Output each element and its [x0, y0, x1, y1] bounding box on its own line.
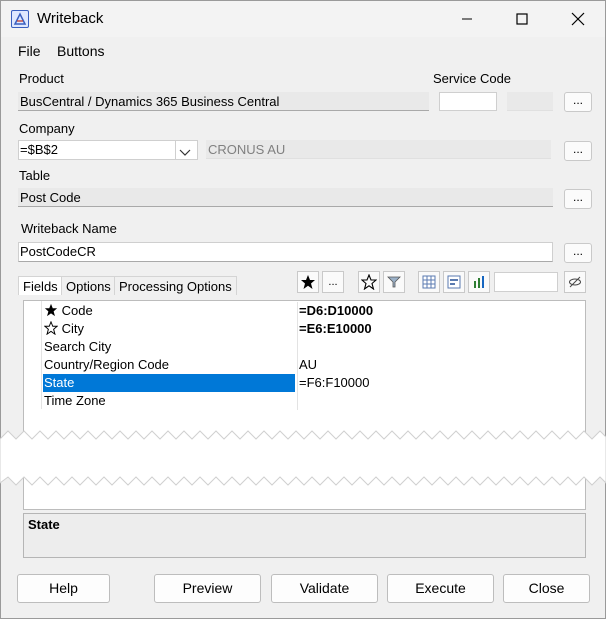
- table-row[interactable]: Code =D6:D10000: [24, 302, 585, 320]
- toolbar-ellipsis-button[interactable]: ...: [322, 271, 344, 293]
- table-row[interactable]: Search City: [24, 338, 585, 356]
- writeback-name-ellipsis-button[interactable]: ...: [564, 243, 592, 263]
- table-ellipsis-button[interactable]: ...: [564, 189, 592, 209]
- tab-fields[interactable]: Fields: [18, 276, 63, 295]
- eye-hide-icon[interactable]: [564, 271, 586, 293]
- table-row[interactable]: Country/Region Code AU: [24, 356, 585, 374]
- table-field[interactable]: Post Code: [18, 188, 553, 207]
- writeback-window: Writeback File Buttons Product BusCentra…: [0, 0, 606, 619]
- field-value[interactable]: =E6:E10000: [297, 320, 585, 338]
- field-value[interactable]: [297, 338, 585, 356]
- table-row[interactable]: Time Zone: [24, 392, 585, 410]
- maximize-icon[interactable]: [499, 7, 545, 31]
- minimize-icon[interactable]: [444, 7, 490, 31]
- company-value: =$B$2: [20, 142, 58, 157]
- field-value[interactable]: AU: [297, 356, 585, 374]
- search-input[interactable]: [494, 272, 558, 292]
- grid-icon[interactable]: [418, 271, 440, 293]
- field-name: Search City: [44, 339, 112, 354]
- product-ellipsis-button[interactable]: ...: [564, 92, 592, 112]
- field-name: Time Zone: [44, 393, 106, 408]
- app-icon: [11, 10, 29, 28]
- field-name: Country/Region Code: [44, 357, 170, 372]
- field-value[interactable]: =D6:D10000: [297, 302, 585, 320]
- field-name: City: [61, 321, 85, 336]
- field-name: Code: [61, 303, 93, 318]
- close-button[interactable]: Close: [503, 574, 590, 603]
- field-value[interactable]: [297, 392, 585, 410]
- tab-options[interactable]: Options: [61, 276, 116, 295]
- title-bar: Writeback: [1, 1, 605, 37]
- menu-buttons[interactable]: Buttons: [57, 43, 104, 59]
- company-combo[interactable]: =$B$2: [18, 140, 198, 160]
- torn-edge-overlay: [0, 430, 606, 486]
- product-label: Product: [19, 71, 64, 86]
- help-button[interactable]: Help: [17, 574, 110, 603]
- menu-file[interactable]: File: [18, 43, 41, 59]
- form-icon[interactable]: [443, 271, 465, 293]
- field-value[interactable]: =F6:F10000: [297, 374, 585, 392]
- service-code-label: Service Code: [433, 71, 512, 86]
- company-ellipsis-button[interactable]: ...: [564, 141, 592, 161]
- company-description: CRONUS AU: [206, 140, 551, 159]
- validate-button[interactable]: Validate: [271, 574, 378, 603]
- key-filled-icon: [44, 303, 58, 318]
- table-label: Table: [19, 168, 51, 183]
- field-name: State: [43, 374, 295, 392]
- tab-processing-options[interactable]: Processing Options: [114, 276, 237, 295]
- close-icon[interactable]: [555, 7, 601, 31]
- writeback-name-input[interactable]: PostCodeCR: [18, 242, 553, 262]
- filter-icon[interactable]: [383, 271, 405, 293]
- company-label: Company: [19, 121, 75, 136]
- table-row-selected[interactable]: State =F6:F10000: [24, 374, 585, 392]
- product-field[interactable]: BusCentral / Dynamics 365 Business Centr…: [18, 92, 429, 111]
- menu-bar: File Buttons: [1, 39, 605, 63]
- table-row[interactable]: City =E6:E10000: [24, 320, 585, 338]
- writeback-name-label: Writeback Name: [21, 221, 117, 236]
- description-panel: State: [23, 513, 586, 558]
- chevron-down-icon[interactable]: [179, 145, 191, 163]
- writeback-name-value: PostCodeCR: [20, 244, 96, 259]
- sort-icon[interactable]: [468, 271, 490, 293]
- key-outline-icon: [43, 320, 59, 336]
- star-outline-icon[interactable]: [358, 271, 380, 293]
- description-text: State: [28, 517, 60, 532]
- service-code-desc-field: [507, 92, 553, 111]
- preview-button[interactable]: Preview: [154, 574, 261, 603]
- star-filled-icon[interactable]: [297, 271, 319, 293]
- service-code-input[interactable]: [439, 92, 497, 111]
- execute-button[interactable]: Execute: [387, 574, 494, 603]
- window-title: Writeback: [37, 10, 104, 27]
